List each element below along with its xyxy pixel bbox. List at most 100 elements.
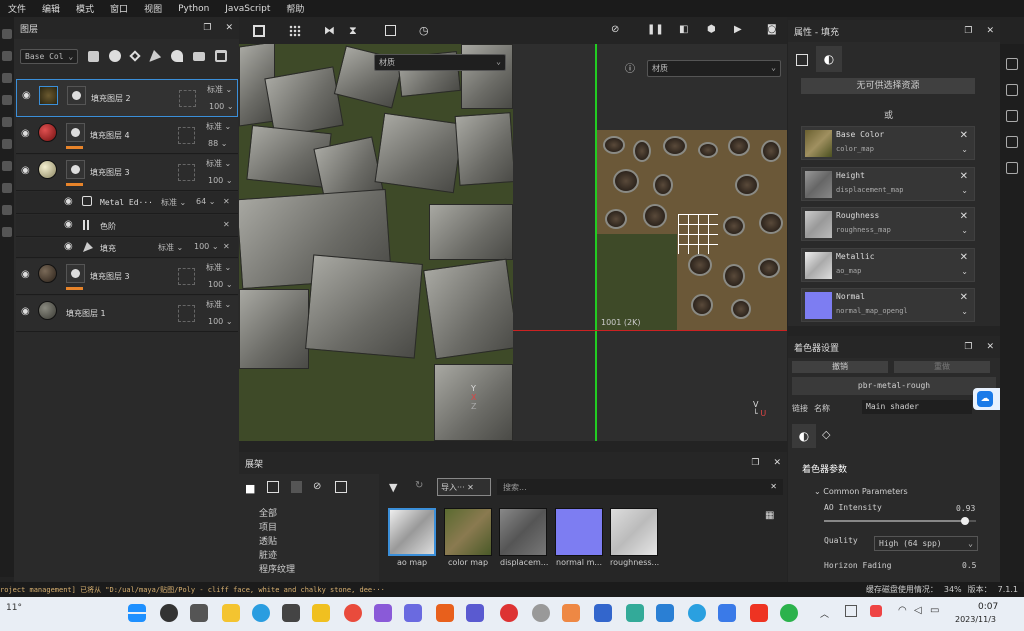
visibility-eye-icon[interactable]: ◉ bbox=[21, 306, 30, 317]
hide-icon[interactable]: ⊘ bbox=[313, 481, 321, 492]
float-icon[interactable]: ❐ bbox=[964, 26, 972, 36]
pause-icon[interactable]: ❚❚ bbox=[647, 24, 664, 35]
plugin-icon[interactable] bbox=[2, 227, 12, 237]
channel-slot[interactable]: Roughness roughness_map ✕ ⌄ bbox=[801, 207, 975, 241]
shelf-category[interactable]: 项目 bbox=[259, 520, 277, 533]
chevron-down-icon[interactable]: ⌄ bbox=[961, 145, 968, 154]
smudge-tool-icon[interactable] bbox=[2, 95, 12, 105]
shelf-category[interactable]: 脏迹 bbox=[259, 548, 277, 561]
remove-effect-icon[interactable]: ✕ bbox=[223, 220, 230, 229]
layer-row[interactable]: ◉ 填充图层 3 标准 ⌄ 100 ⌄ bbox=[16, 155, 238, 191]
filter-icon[interactable]: ▼ bbox=[389, 481, 397, 494]
info-icon[interactable]: ⓘ bbox=[625, 60, 635, 75]
task-view-icon[interactable] bbox=[190, 604, 208, 622]
youdao-icon[interactable] bbox=[750, 604, 768, 622]
layers-icon[interactable] bbox=[1006, 58, 1018, 70]
smart-material-icon[interactable] bbox=[171, 50, 184, 62]
log-icon[interactable] bbox=[1006, 162, 1018, 174]
viewport-3d[interactable]: YXZ 材质 ⌄ bbox=[239, 44, 513, 441]
eraser-tool-icon[interactable] bbox=[2, 51, 12, 61]
app-icon[interactable] bbox=[374, 604, 392, 622]
avatar-icon[interactable] bbox=[532, 604, 550, 622]
material-tab-icon[interactable]: ◐ bbox=[816, 46, 842, 72]
selection-icon[interactable] bbox=[253, 25, 265, 37]
float-icon[interactable]: ❐ bbox=[203, 23, 211, 33]
visibility-eye-icon[interactable]: ◉ bbox=[64, 219, 73, 230]
blend-mode-dropdown[interactable]: 标准 ⌄ bbox=[206, 158, 231, 169]
ao-intensity-value[interactable]: 0.93 bbox=[956, 504, 975, 513]
shelf-search-input[interactable]: 搜索... ✕ bbox=[497, 479, 783, 495]
weather-widget[interactable]: 11° bbox=[6, 603, 22, 613]
clipboard-icon[interactable] bbox=[291, 481, 302, 493]
channel-slot[interactable]: Base Color color_map ✕ ⌄ bbox=[801, 126, 975, 160]
viewport-uv[interactable]: 1001 (2K) ⓘ 材质 ⌄ V └ U bbox=[513, 44, 787, 441]
layer-row[interactable]: ◉ 填充图层 3 标准 ⌄ 100 ⌄ bbox=[16, 259, 238, 295]
brush-icon[interactable] bbox=[129, 50, 141, 62]
battery-icon[interactable]: ▭ bbox=[930, 605, 939, 616]
ime-icon[interactable] bbox=[845, 605, 857, 617]
history-icon[interactable] bbox=[1006, 136, 1018, 148]
trash-icon[interactable] bbox=[215, 50, 228, 62]
no-resource-button[interactable]: 无可供选择资源 bbox=[801, 78, 975, 94]
undo-button[interactable]: 撤销 bbox=[792, 361, 888, 373]
paint-tool-icon[interactable] bbox=[2, 29, 12, 39]
clear-channel-icon[interactable]: ✕ bbox=[960, 171, 968, 182]
opacity-value[interactable]: 100 ⌄ bbox=[208, 280, 233, 289]
layer-row[interactable]: ◉ 填充图层 4 标准 ⌄ 88 ⌄ bbox=[16, 118, 238, 154]
close-icon[interactable]: ✕ bbox=[986, 26, 994, 36]
clear-channel-icon[interactable]: ✕ bbox=[960, 211, 968, 222]
menu-javascript[interactable]: JavaScript bbox=[217, 4, 278, 14]
teams-icon[interactable] bbox=[466, 604, 484, 622]
windows-start-icon[interactable] bbox=[128, 604, 146, 622]
screenshot-icon[interactable]: ◙ bbox=[767, 24, 777, 35]
clear-channel-icon[interactable]: ✕ bbox=[960, 130, 968, 141]
clear-channel-icon[interactable]: ✕ bbox=[960, 252, 968, 263]
grid-icon[interactable] bbox=[289, 25, 301, 37]
ps-icon[interactable] bbox=[2, 205, 12, 215]
layer-row[interactable]: ◉ 填充图层 2 标准 ⌄ 100 ⌄ bbox=[16, 79, 238, 117]
menu-view[interactable]: 视图 bbox=[136, 2, 170, 15]
remove-effect-icon[interactable]: ✕ bbox=[223, 242, 230, 251]
clone-tool-icon[interactable] bbox=[2, 117, 12, 127]
folder-icon[interactable]: ■ bbox=[245, 482, 255, 495]
picker-tool-icon[interactable] bbox=[2, 139, 12, 149]
asset-thumbnail[interactable] bbox=[499, 508, 547, 556]
app-icon[interactable] bbox=[282, 604, 300, 622]
wifi-icon[interactable]: ◠ bbox=[898, 605, 907, 616]
display-settings-icon[interactable] bbox=[1006, 110, 1018, 122]
effect-row[interactable]: ◉ 色阶 ✕ bbox=[16, 215, 238, 237]
folder-icon[interactable] bbox=[193, 51, 206, 61]
close-icon[interactable]: ✕ bbox=[225, 23, 233, 33]
camera-video-icon[interactable]: ▶ bbox=[734, 24, 742, 35]
cloud-drive-icon[interactable] bbox=[718, 604, 736, 622]
search-icon[interactable] bbox=[160, 604, 178, 622]
channel-slot[interactable]: Normal normal_map_opengl ✕ ⌄ bbox=[801, 288, 975, 322]
blend-mode-dropdown[interactable]: 标准 ⌄ bbox=[206, 299, 231, 310]
tray-app-icon[interactable] bbox=[870, 605, 882, 617]
visibility-eye-icon[interactable]: ◉ bbox=[21, 165, 30, 176]
volume-icon[interactable]: ◁ bbox=[914, 605, 922, 616]
hide-icon[interactable]: ⊘ bbox=[611, 24, 619, 35]
cube-icon[interactable]: ⬢ bbox=[707, 24, 716, 35]
opacity-value[interactable]: 100 ⌄ bbox=[209, 102, 234, 111]
visibility-eye-icon[interactable]: ◉ bbox=[64, 241, 73, 252]
add-mask-icon[interactable] bbox=[109, 50, 122, 62]
chevron-down-icon[interactable]: ⌄ bbox=[961, 226, 968, 235]
remove-effect-icon[interactable]: ✕ bbox=[223, 197, 230, 206]
notes-icon[interactable] bbox=[312, 604, 330, 622]
opacity-value[interactable]: 100 ⌄ bbox=[208, 176, 233, 185]
app-icon[interactable] bbox=[626, 604, 644, 622]
blend-mode-dropdown[interactable]: 标准 ⌄ bbox=[161, 197, 186, 208]
float-icon[interactable]: ❐ bbox=[964, 342, 972, 352]
fill-layer-icon[interactable] bbox=[149, 50, 162, 62]
effect-row[interactable]: ◉ Metal Ed··· 标准 ⌄ 64 ⌄ ✕ bbox=[16, 192, 238, 214]
channel-filter-select[interactable]: Base Col ⌄ bbox=[20, 48, 79, 64]
polygon-fill-icon[interactable] bbox=[2, 161, 12, 171]
import-tab[interactable]: 导入··· ✕ bbox=[437, 478, 491, 496]
shader-name-button[interactable]: pbr-metal-rough bbox=[792, 377, 996, 395]
visibility-eye-icon[interactable]: ◉ bbox=[64, 196, 73, 207]
channel-slot[interactable]: Height displacement_map ✕ ⌄ bbox=[801, 167, 975, 201]
menu-help[interactable]: 帮助 bbox=[278, 2, 312, 15]
opacity-value[interactable]: 64 ⌄ bbox=[196, 197, 215, 206]
asset-thumbnail[interactable] bbox=[444, 508, 492, 556]
